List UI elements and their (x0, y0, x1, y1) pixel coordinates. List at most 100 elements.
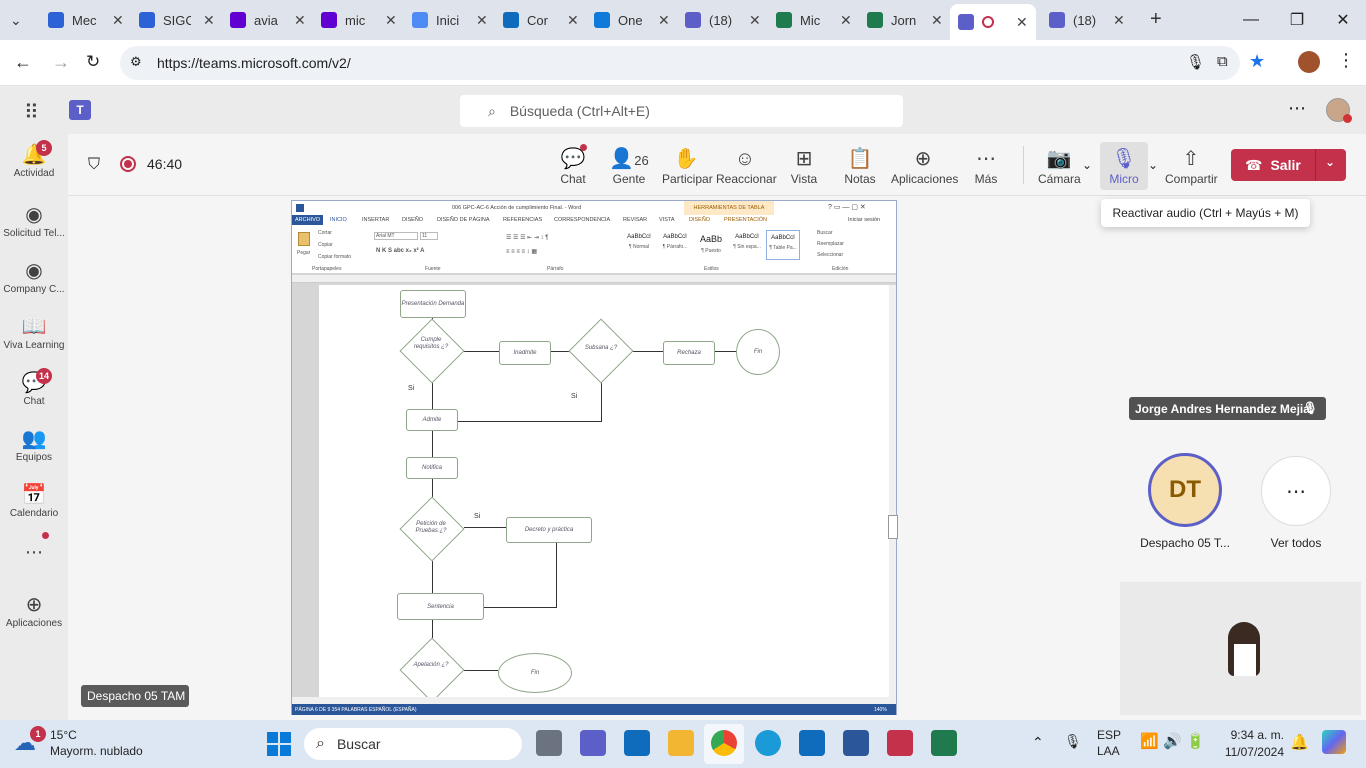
store-taskbar-icon[interactable] (799, 730, 825, 756)
copy-button[interactable]: Copiar (318, 242, 333, 248)
battery-icon[interactable]: 🔋 (1186, 732, 1205, 750)
shield-icon[interactable]: ⛉ (88, 156, 100, 174)
chrome-taskbar-icon[interactable] (711, 730, 737, 756)
forward-button[interactable]: → (52, 52, 70, 73)
participant-avatar[interactable]: DT (1148, 453, 1222, 527)
word-tab-home[interactable]: INICIO (330, 217, 347, 223)
style-gallery-item[interactable]: AaBbCcI ¶ Sin espa... (730, 230, 764, 260)
reload-button[interactable]: ↻ (86, 52, 100, 72)
style-gallery-item[interactable]: AaBbCcI ¶ Normal (622, 230, 656, 260)
clock-time[interactable]: 9:34 a. m. (1222, 728, 1284, 742)
explorer-taskbar-icon[interactable] (668, 730, 694, 756)
teams-taskbar-icon[interactable] (580, 730, 606, 756)
browser-tab[interactable]: One ✕ (586, 6, 670, 34)
close-tab-icon[interactable]: ✕ (476, 12, 488, 29)
raise-hand-button[interactable]: ✋ Participar (662, 146, 713, 186)
style-gallery-item[interactable]: AaBbCcI ¶ Párrafo... (658, 230, 692, 260)
close-tab-icon[interactable]: ✕ (294, 12, 306, 29)
minimize-button[interactable]: — (1228, 0, 1274, 40)
start-button[interactable] (267, 732, 291, 756)
close-tab-icon[interactable]: ✕ (385, 12, 397, 29)
paragraph-buttons[interactable]: ☰ ☰ ☰ ⇤ ⇥ ↕ ¶ (506, 234, 548, 241)
rail-item-viva-learning[interactable]: 📖 Viva Learning (0, 314, 68, 351)
browser-tab[interactable]: Cor ✕ (495, 6, 579, 34)
rail-item-calendario[interactable]: 📅 Calendario (0, 482, 68, 519)
excel-taskbar-icon[interactable] (931, 730, 957, 756)
rail-item-actividad[interactable]: 🔔 Actividad 5 (0, 140, 68, 179)
address-bar[interactable]: ⚙ https://teams.microsoft.com/v2/ 🎙 ⧉ ★ (120, 46, 1265, 80)
tab-list-button[interactable]: ⌄ (10, 6, 22, 34)
restore-button[interactable]: ❐ (1274, 0, 1320, 40)
clock-date[interactable]: 11/07/2024 (1222, 745, 1284, 759)
word-tab-layout[interactable]: DISEÑO DE PÁGINA (437, 217, 490, 223)
format-painter-button[interactable]: Copiar formato (318, 254, 351, 260)
rail-item-chat[interactable]: 💬 Chat 14 (0, 368, 68, 407)
more-options-icon[interactable]: ⋯ (1288, 98, 1306, 119)
new-tab-button[interactable]: + (1150, 8, 1162, 31)
browser-tab[interactable]: mic ✕ (313, 6, 397, 34)
browser-tab[interactable]: SIGC ✕ (131, 6, 215, 34)
browser-tab[interactable]: Mic ✕ (768, 6, 852, 34)
copilot-icon[interactable] (1322, 730, 1346, 754)
view-button[interactable]: ⊞ Vista (787, 146, 821, 186)
close-tab-icon[interactable]: ✕ (1016, 14, 1028, 31)
close-tab-icon[interactable]: ✕ (112, 12, 124, 29)
people-button[interactable]: 👤26 Gente (609, 146, 649, 186)
browser-tab[interactable]: (18) ✕ (677, 6, 761, 34)
bookmark-star-icon[interactable]: ★ (1249, 51, 1265, 72)
site-info-icon[interactable]: ⚙ (130, 54, 142, 70)
paste-icon[interactable] (298, 232, 310, 246)
font-name-box[interactable]: Arial MT (374, 232, 418, 240)
leave-button[interactable]: ☎ Salir ⌄ (1231, 149, 1346, 181)
word-tab-mailings[interactable]: CORRESPONDENCIA (554, 217, 610, 223)
mic-tray-icon[interactable]: 🎙 (1064, 733, 1082, 750)
mic-options-chevron-icon[interactable]: ⌄ (1148, 158, 1158, 172)
word-tab-design[interactable]: DISEÑO (402, 217, 423, 223)
word-tab-table-layout[interactable]: PRESENTACIÓN (724, 217, 767, 223)
chat-button[interactable]: 💬 Chat (558, 146, 588, 186)
wifi-icon[interactable]: 📶 (1140, 732, 1159, 750)
taskbar-search[interactable]: ⌕ Buscar (304, 728, 522, 760)
browser-tab[interactable]: avia ✕ (222, 6, 306, 34)
word-sign-in[interactable]: Iniciar sesión (848, 217, 880, 223)
edge-taskbar-icon[interactable] (755, 730, 781, 756)
app-launcher-icon[interactable]: ⠿ (24, 100, 39, 125)
style-gallery-item[interactable]: AaBb ¶ Puesto (694, 230, 728, 260)
leave-options-chevron-icon[interactable]: ⌄ (1325, 155, 1335, 169)
see-all-button[interactable]: ⋯ (1261, 456, 1331, 526)
microphone-icon[interactable]: 🎙 (1186, 53, 1205, 71)
alignment-buttons[interactable]: ≡ ≡ ≡ ≡ ↕ ▦ (506, 248, 537, 255)
close-window-button[interactable]: ✕ (1320, 0, 1366, 40)
select-button[interactable]: Seleccionar (817, 252, 843, 258)
install-app-icon[interactable]: ⧉ (1217, 53, 1228, 70)
mic-button[interactable]: 🎙 Micro (1106, 146, 1142, 186)
browser-tab[interactable]: Inici ✕ (404, 6, 488, 34)
react-button[interactable]: ☺ Reaccionar (716, 146, 777, 186)
apps-button[interactable]: ⊕ Aplicaciones (891, 146, 958, 186)
notes-button[interactable]: 📋 Notas (842, 146, 878, 186)
font-format-buttons[interactable]: N K S abc x₂ x² A (376, 248, 424, 254)
browser-tab[interactable]: Jorn ✕ (859, 6, 943, 34)
search-input[interactable]: ⌕ Búsqueda (Ctrl+Alt+E) (460, 95, 903, 127)
browser-tab[interactable]: (18) ✕ (1041, 6, 1125, 34)
notifications-bell-icon[interactable]: 🔔 (1290, 733, 1309, 751)
task-view-icon[interactable] (536, 730, 562, 756)
word-tab-review[interactable]: REVISAR (623, 217, 647, 223)
rail-more-apps-icon[interactable]: ⋯ (0, 542, 68, 563)
show-hidden-icons[interactable]: ⌃ (1032, 734, 1044, 751)
close-tab-icon[interactable]: ✕ (840, 12, 852, 29)
word-vertical-scrollbar[interactable] (889, 285, 896, 697)
browser-tab[interactable]: ✕ (950, 4, 1036, 40)
profile-avatar[interactable] (1298, 51, 1320, 73)
camera-button[interactable]: 📷 Cámara (1038, 146, 1081, 186)
rail-item-solicitud-tel[interactable]: ◉ Solicitud Tel... (0, 202, 68, 239)
replace-button[interactable]: Reemplazar (817, 241, 844, 247)
snip-taskbar-icon[interactable] (887, 730, 913, 756)
resize-handle[interactable] (888, 515, 898, 539)
camera-options-chevron-icon[interactable]: ⌄ (1082, 158, 1092, 172)
volume-icon[interactable]: 🔊 (1163, 732, 1182, 750)
word-tab-file[interactable]: ARCHIVO (292, 215, 324, 225)
browser-menu-icon[interactable]: ⋮ (1337, 50, 1355, 71)
rail-item-aplicaciones[interactable]: ⊕ Aplicaciones (0, 592, 68, 629)
word-taskbar-icon[interactable] (843, 730, 869, 756)
